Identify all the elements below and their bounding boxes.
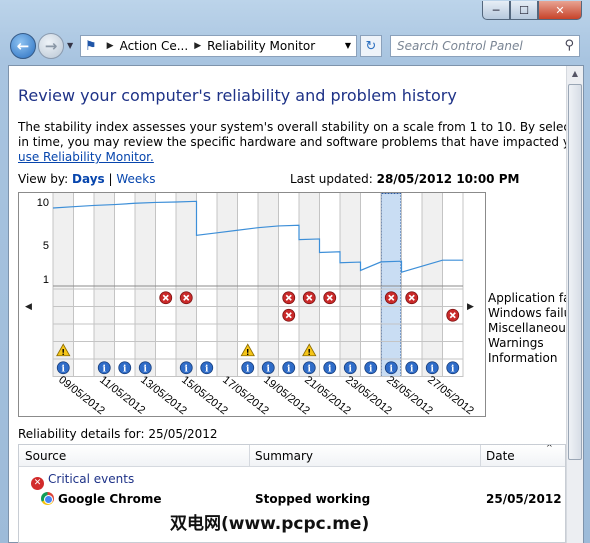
information-mark: i bbox=[246, 364, 250, 374]
chart-column[interactable] bbox=[114, 193, 136, 377]
search-input[interactable]: Search Control Panel ⚲ bbox=[390, 35, 580, 57]
chart-column[interactable] bbox=[176, 193, 197, 377]
close-icon: ✕ bbox=[555, 3, 565, 17]
warning-mark: ! bbox=[61, 348, 65, 357]
y-tick-label: 10 bbox=[37, 197, 49, 209]
column-header-summary[interactable]: Summary bbox=[255, 449, 313, 463]
information-mark: i bbox=[410, 364, 414, 374]
recent-pages-dropdown[interactable]: ▼ bbox=[67, 41, 73, 50]
selected-column-highlight[interactable] bbox=[381, 193, 402, 377]
information-mark: i bbox=[205, 364, 209, 374]
table-row[interactable]: Google Chrome Stopped working 25/05/2012… bbox=[19, 489, 565, 509]
chart-legend: Application fai Windows failu Miscellane… bbox=[488, 291, 566, 366]
search-placeholder: Search Control Panel bbox=[397, 39, 523, 53]
group-header-critical-events[interactable]: ✕ Critical events bbox=[19, 469, 565, 490]
warning-mark: ! bbox=[307, 348, 311, 357]
chart-column[interactable] bbox=[442, 193, 464, 377]
search-icon[interactable]: ⚲ bbox=[564, 38, 574, 53]
refresh-icon: ↻ bbox=[365, 38, 377, 54]
warning-mark: ! bbox=[246, 348, 250, 357]
chart-column[interactable] bbox=[135, 193, 156, 377]
breadcrumb-separator-icon[interactable]: ▶ bbox=[194, 41, 201, 51]
view-days-link[interactable]: Days bbox=[72, 172, 105, 186]
chrome-icon bbox=[41, 492, 54, 505]
reliability-chart[interactable]: 10 5 1 ◀ ▶!!! i i i i i i i i i i i i i i i i i 09/05/2012 11/0… bbox=[18, 192, 486, 417]
refresh-button[interactable]: ↻ bbox=[360, 35, 382, 57]
scroll-left-icon[interactable]: ◀ bbox=[25, 302, 32, 312]
legend-application-failures: Application fai bbox=[488, 291, 566, 305]
chart-column[interactable] bbox=[258, 193, 279, 377]
view-by-bar: View by: Days | Weeks bbox=[18, 172, 156, 186]
page-description: The stability index assesses your system… bbox=[18, 120, 566, 165]
vertical-scrollbar[interactable]: ▲ bbox=[566, 66, 583, 543]
breadcrumb-separator-icon[interactable]: ▶ bbox=[107, 41, 114, 51]
description-line-1: The stability index assesses your system… bbox=[18, 120, 566, 134]
breadcrumb-action-center[interactable]: Action Ce... bbox=[120, 39, 189, 53]
information-mark: i bbox=[123, 364, 127, 374]
caption-buttons: ─ ☐ ✕ bbox=[482, 1, 582, 20]
reliability-details-title: Reliability details for: 25/05/2012 bbox=[18, 427, 218, 441]
title-bar: ─ ☐ ✕ bbox=[0, 0, 590, 26]
help-link[interactable]: use Reliability Monitor. bbox=[18, 150, 154, 164]
chart-column[interactable] bbox=[217, 193, 238, 377]
last-updated-value: 28/05/2012 10:00 PM bbox=[376, 172, 520, 186]
maximize-icon: ☐ bbox=[519, 3, 529, 17]
sort-ascending-icon: ^ bbox=[546, 444, 553, 452]
address-bar[interactable]: ⚑ ▶ Action Ce... ▶ Reliability Monitor ▼ bbox=[80, 35, 357, 57]
row-source: Google Chrome bbox=[58, 492, 162, 506]
table-header: Source Summary Date ^ bbox=[19, 444, 565, 467]
column-header-date[interactable]: Date bbox=[486, 449, 515, 463]
chart-column[interactable] bbox=[155, 193, 177, 377]
view-by-label: View by: bbox=[18, 172, 69, 186]
last-updated-label: Last updated: bbox=[290, 172, 373, 186]
legend-warnings: Warnings bbox=[488, 336, 544, 350]
address-dropdown-icon[interactable]: ▼ bbox=[345, 41, 351, 50]
information-mark: i bbox=[287, 364, 291, 374]
forward-button[interactable]: → bbox=[38, 33, 64, 59]
scroll-up-icon[interactable]: ▲ bbox=[567, 66, 583, 82]
information-mark: i bbox=[369, 364, 373, 374]
reliability-chart-svg[interactable]: 1051◀ ▶!! !i i i i i i i i i i i i i i i i i09/05/201211/0… bbox=[19, 193, 485, 416]
page-title: Review your computer's reliability and p… bbox=[18, 86, 457, 105]
legend-miscellaneous-failures: Miscellaneous bbox=[488, 321, 566, 335]
watermark: 双电网(www.pcpc.me) bbox=[170, 514, 370, 534]
chart-column[interactable] bbox=[196, 193, 218, 377]
view-weeks-link[interactable]: Weeks bbox=[116, 172, 155, 186]
last-updated: Last updated: 28/05/2012 10:00 PM bbox=[290, 172, 519, 186]
back-arrow-icon: ← bbox=[16, 37, 30, 55]
breadcrumb-reliability-monitor[interactable]: Reliability Monitor bbox=[207, 39, 315, 53]
back-button[interactable]: ← bbox=[10, 33, 36, 59]
chart-column[interactable] bbox=[360, 193, 382, 377]
forward-arrow-icon: → bbox=[44, 37, 58, 55]
information-mark: i bbox=[451, 364, 455, 374]
chart-column[interactable] bbox=[401, 193, 423, 377]
minimize-button[interactable]: ─ bbox=[482, 1, 510, 20]
close-button[interactable]: ✕ bbox=[538, 1, 582, 20]
chart-column[interactable] bbox=[319, 193, 341, 377]
legend-information: Information bbox=[488, 351, 558, 365]
minimize-icon: ─ bbox=[492, 3, 500, 17]
legend-windows-failures: Windows failu bbox=[488, 306, 566, 320]
chart-column[interactable] bbox=[94, 193, 115, 377]
scroll-thumb[interactable] bbox=[568, 84, 582, 460]
navigation-bar: ← → ▼ ⚑ ▶ Action Ce... ▶ Reliability Mon… bbox=[0, 30, 590, 64]
scroll-right-icon[interactable]: ▶ bbox=[467, 302, 474, 312]
y-tick-label: 1 bbox=[43, 274, 49, 286]
view-separator: | bbox=[108, 172, 113, 186]
row-summary: Stopped working bbox=[255, 492, 371, 506]
flag-icon: ⚑ bbox=[85, 38, 97, 54]
chart-column[interactable] bbox=[278, 193, 300, 377]
group-label: Critical events bbox=[48, 472, 135, 486]
chart-column[interactable] bbox=[340, 193, 361, 377]
chart-column[interactable] bbox=[73, 193, 95, 377]
description-line-2: in time, you may review the specific har… bbox=[18, 135, 566, 149]
row-date: 25/05/2012 9: bbox=[486, 492, 565, 506]
y-tick-label: 5 bbox=[43, 240, 49, 252]
information-mark: i bbox=[328, 364, 332, 374]
column-header-source[interactable]: Source bbox=[25, 449, 66, 463]
maximize-button[interactable]: ☐ bbox=[510, 1, 538, 20]
chart-column[interactable] bbox=[422, 193, 443, 377]
